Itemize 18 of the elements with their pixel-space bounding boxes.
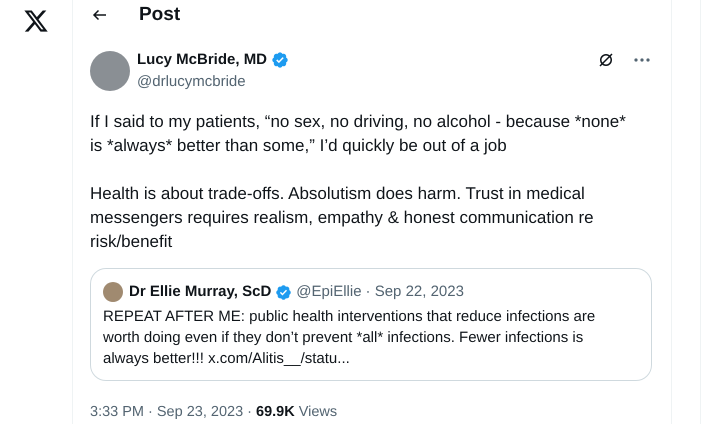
quoted-link[interactable]: x.com/Alitis__/statu... [208,350,350,368]
avatar [103,282,123,302]
post-paragraph: If I said to my patients, “no sex, no driving, no alcohol - because *none* is *always* better than some,” I’d quickly be out of a job [90,110,627,157]
quoted-author-handle: @EpiEllie [296,282,362,302]
quoted-author-name: Dr Ellie Murray, ScD [129,282,272,302]
views-label: Views [298,403,338,422]
author-name[interactable]: Lucy McBride, MD [137,48,268,72]
page-title: Post [139,2,180,27]
quoted-post-card[interactable] [90,268,652,382]
x-logo-icon[interactable] [23,8,49,34]
avatar[interactable] [90,51,130,92]
more-options-icon[interactable] [634,58,650,62]
author-handle[interactable]: @drlucymcbride [137,71,590,94]
quoted-post-text: REPEAT AFTER ME: public health interventions that reduce infections are worth doing even if they don’t prevent *all* infections. Fewer infections is always better!!! x.com/Alitis__/statu... [103,307,596,370]
post-timestamp[interactable]: 3:33 PM · Sep 23, 2023 · [90,402,252,424]
quoted-post-date: · Sep 22, 2023 [366,282,464,302]
post-paragraph: Health is about trade-offs. Absolutism does harm. Trust in medical messengers requires realism, empathy & honest communication re risk/benefit [90,182,595,253]
views-count: 69.9K [256,403,295,422]
